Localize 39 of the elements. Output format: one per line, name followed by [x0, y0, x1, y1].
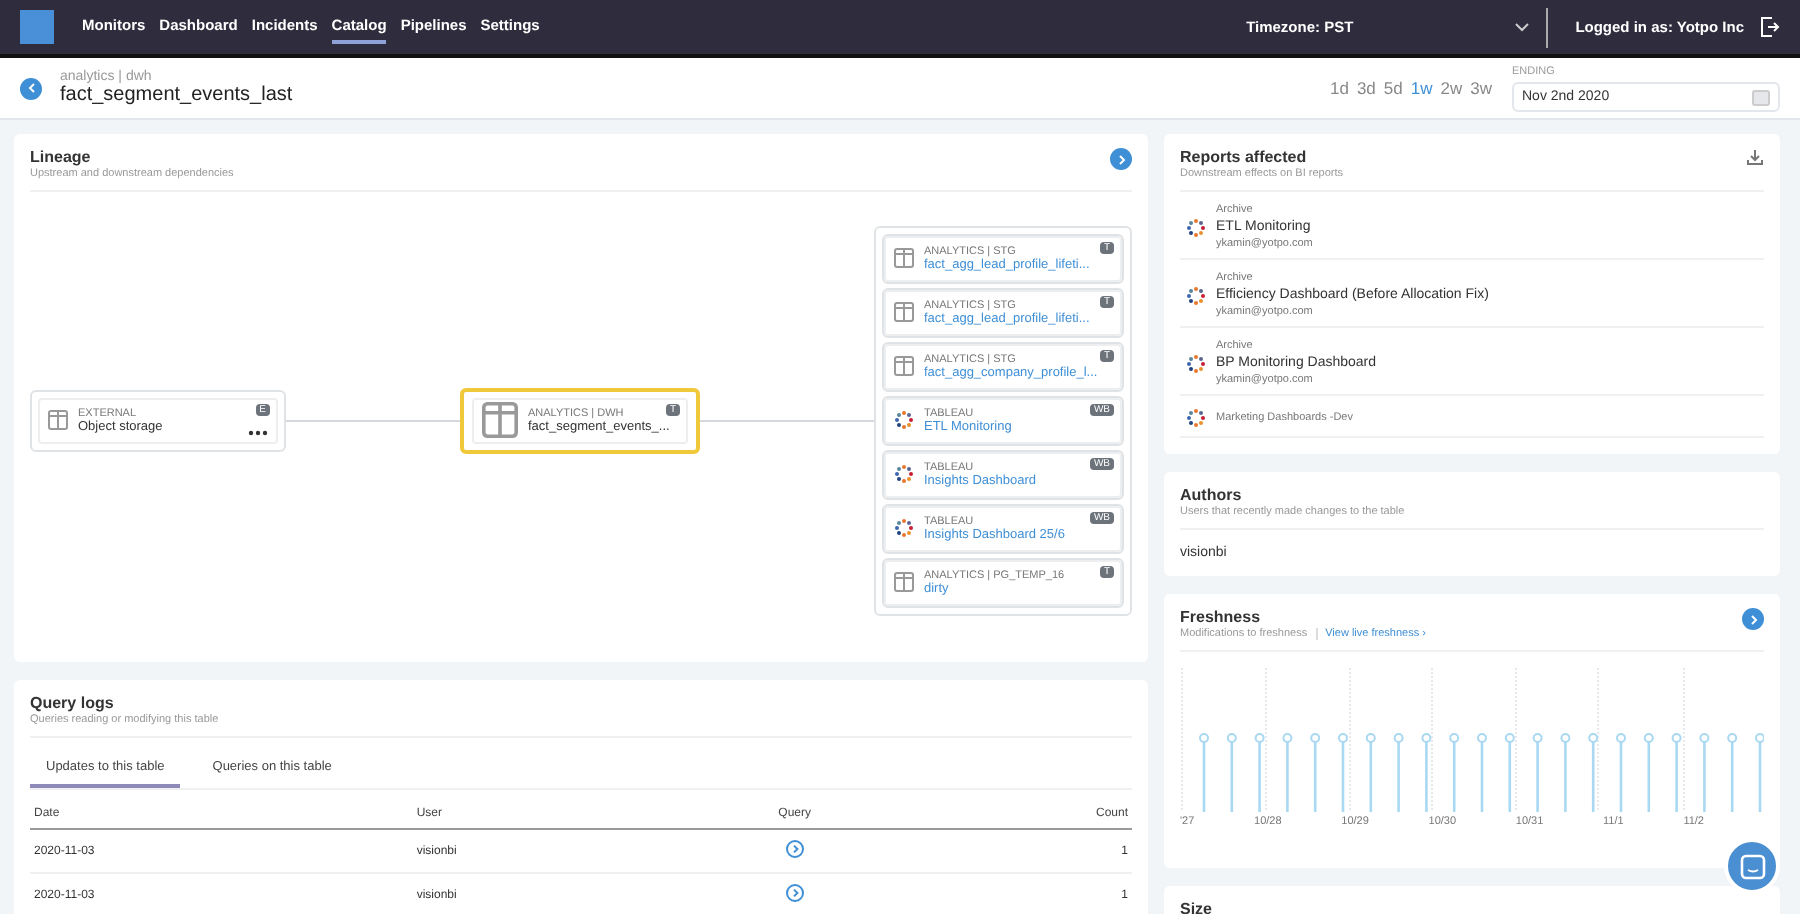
- chevron-right-icon: [1747, 613, 1759, 625]
- table-icon: [894, 572, 914, 592]
- card-title: Reports affected: [1180, 148, 1309, 166]
- card-title: Lineage: [30, 148, 93, 166]
- card-title: Freshness: [1180, 608, 1263, 626]
- table-icon: [482, 402, 518, 438]
- range-button[interactable]: 1w: [1406, 78, 1437, 98]
- card-title: Authors: [1180, 486, 1244, 504]
- range-button[interactable]: 3w: [1466, 78, 1496, 98]
- back-button[interactable]: [20, 77, 42, 99]
- chevron-down-icon[interactable]: [1513, 21, 1530, 33]
- pinwheel-icon: [894, 410, 914, 430]
- more-icon[interactable]: [248, 429, 268, 435]
- expand-button[interactable]: [1110, 148, 1132, 170]
- pinwheel-icon: [1186, 285, 1206, 305]
- table-icon: [894, 302, 914, 322]
- logout-icon[interactable]: [1760, 16, 1780, 38]
- pinwheel-icon: [1186, 353, 1206, 373]
- card-title: Query logs: [30, 694, 116, 712]
- card-title: Size: [1180, 900, 1215, 914]
- range-button[interactable]: 2w: [1436, 78, 1467, 98]
- download-icon[interactable]: [1746, 148, 1764, 166]
- pinwheel-icon: [1186, 217, 1206, 237]
- range-button[interactable]: 3d: [1352, 78, 1380, 98]
- chevron-right-icon: [1115, 153, 1127, 165]
- pinwheel-icon: [894, 464, 914, 484]
- chevron-circle-icon[interactable]: [785, 840, 804, 858]
- table-icon: [894, 248, 914, 268]
- chevron-left-icon: [25, 82, 37, 94]
- page-title: fact_segment_events_last: [60, 84, 293, 106]
- chat-icon: [1739, 853, 1765, 879]
- table-icon: [48, 410, 68, 430]
- range-button[interactable]: 5d: [1379, 78, 1407, 98]
- chevron-circle-icon[interactable]: [785, 884, 804, 902]
- expand-button[interactable]: [1742, 608, 1764, 630]
- range-button[interactable]: 1d: [1325, 78, 1353, 98]
- pinwheel-icon: [894, 518, 914, 538]
- pinwheel-icon: [1186, 408, 1206, 428]
- table-icon: [894, 356, 914, 376]
